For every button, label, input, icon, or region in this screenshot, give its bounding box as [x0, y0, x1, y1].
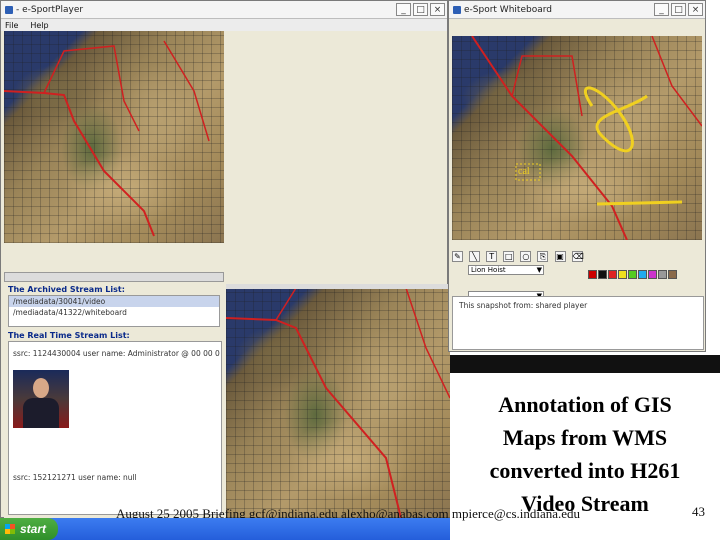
shared-map-titlebar — [226, 284, 450, 289]
player-title: - e-SportPlayer — [16, 4, 84, 15]
caption-line: Maps from WMS — [502, 425, 668, 450]
yellow-scribble — [584, 86, 648, 153]
color-swatch[interactable] — [618, 270, 627, 279]
font-select-value: Lion Hoist — [471, 266, 506, 274]
start-button[interactable]: start — [0, 518, 58, 540]
video-strip — [450, 355, 720, 373]
snapshot-tool-icon[interactable]: ▣ — [554, 251, 566, 262]
maximize-icon[interactable]: □ — [671, 3, 686, 16]
app-icon — [453, 5, 461, 14]
player-menubar: File Help — [1, 19, 447, 31]
page-number: 43 — [692, 504, 705, 519]
menu-file[interactable]: File — [5, 21, 18, 30]
archived-heading: The Archived Stream List: — [8, 285, 125, 294]
player-video-map — [4, 31, 224, 243]
player-titlebar[interactable]: - e-SportPlayer _ □ × — [1, 1, 447, 19]
line-tool-icon[interactable]: ╲ — [469, 251, 481, 262]
whiteboard-toolbar: ✎ ╲ T □ ○ ⎘ ▣ ⌫ — [452, 244, 704, 262]
copy-tool-icon[interactable]: ⎘ — [537, 251, 549, 262]
app-icon — [5, 5, 13, 14]
realtime-item[interactable]: ssrc: 152121271 user name: null — [9, 472, 141, 483]
minimize-icon[interactable]: _ — [396, 3, 411, 16]
maximize-icon[interactable]: □ — [413, 3, 428, 16]
windows-taskbar — [0, 518, 450, 540]
realtime-heading: The Real Time Stream List: — [8, 331, 130, 340]
menu-help[interactable]: Help — [30, 21, 48, 30]
whiteboard-canvas[interactable]: cal — [452, 36, 702, 240]
rect-tool-icon[interactable]: □ — [503, 251, 515, 262]
whiteboard-title: e-Sport Whiteboard — [464, 4, 552, 15]
text-tool-icon[interactable]: T — [486, 251, 498, 262]
presenter-face — [33, 378, 49, 398]
color-swatch[interactable] — [588, 270, 597, 279]
erase-tool-icon[interactable]: ⌫ — [571, 251, 584, 262]
start-label: start — [20, 522, 47, 536]
close-icon[interactable]: × — [430, 3, 445, 16]
whiteboard-titlebar[interactable]: e-Sport Whiteboard _ □ × — [449, 1, 705, 19]
font-select[interactable]: Lion Hoist ▼ — [468, 265, 544, 275]
close-icon[interactable]: × — [688, 3, 703, 16]
color-palette — [588, 264, 698, 279]
realtime-item[interactable]: ssrc: 1124430004 user name: Administrato… — [9, 348, 221, 359]
color-swatch[interactable] — [648, 270, 657, 279]
realtime-list-panel: The Real Time Stream List: ssrc: 1124430… — [4, 330, 226, 518]
shared-state-borders — [226, 288, 450, 518]
whiteboard-annotations — [471, 36, 702, 240]
minimize-icon[interactable]: _ — [654, 3, 669, 16]
color-swatch[interactable] — [598, 270, 607, 279]
map-text-label: cal — [518, 166, 530, 177]
color-swatch[interactable] — [668, 270, 677, 279]
archived-item[interactable]: /mediadata/41322/whiteboard — [9, 307, 219, 318]
slide-caption: Annotation of GIS Maps from WMS converte… — [452, 388, 718, 520]
chevron-down-icon: ▼ — [536, 266, 542, 274]
color-swatch[interactable] — [638, 270, 647, 279]
archived-item[interactable]: /mediadata/30041/video — [9, 296, 219, 307]
state-borders — [4, 40, 210, 237]
player-scrollbar[interactable] — [4, 272, 224, 282]
color-swatch[interactable] — [628, 270, 637, 279]
snapshot-textarea[interactable]: This snapshot from: shared player — [452, 296, 704, 350]
shared-video-map — [226, 288, 450, 518]
windows-logo-icon — [5, 524, 15, 534]
presenter-video-thumbnail[interactable] — [13, 370, 69, 428]
ellipse-tool-icon[interactable]: ○ — [520, 251, 532, 262]
color-swatch[interactable] — [608, 270, 617, 279]
color-swatch[interactable] — [658, 270, 667, 279]
presenter-suit — [23, 398, 59, 428]
paint-tool-icon[interactable]: ✎ — [452, 251, 463, 262]
caption-line: Annotation of GIS — [498, 392, 672, 417]
snapshot-text: This snapshot from: shared player — [459, 301, 588, 310]
yellow-line — [596, 200, 683, 206]
caption-line: converted into H261 — [489, 458, 681, 483]
archived-list-panel: The Archived Stream List: /mediadata/300… — [4, 284, 224, 330]
